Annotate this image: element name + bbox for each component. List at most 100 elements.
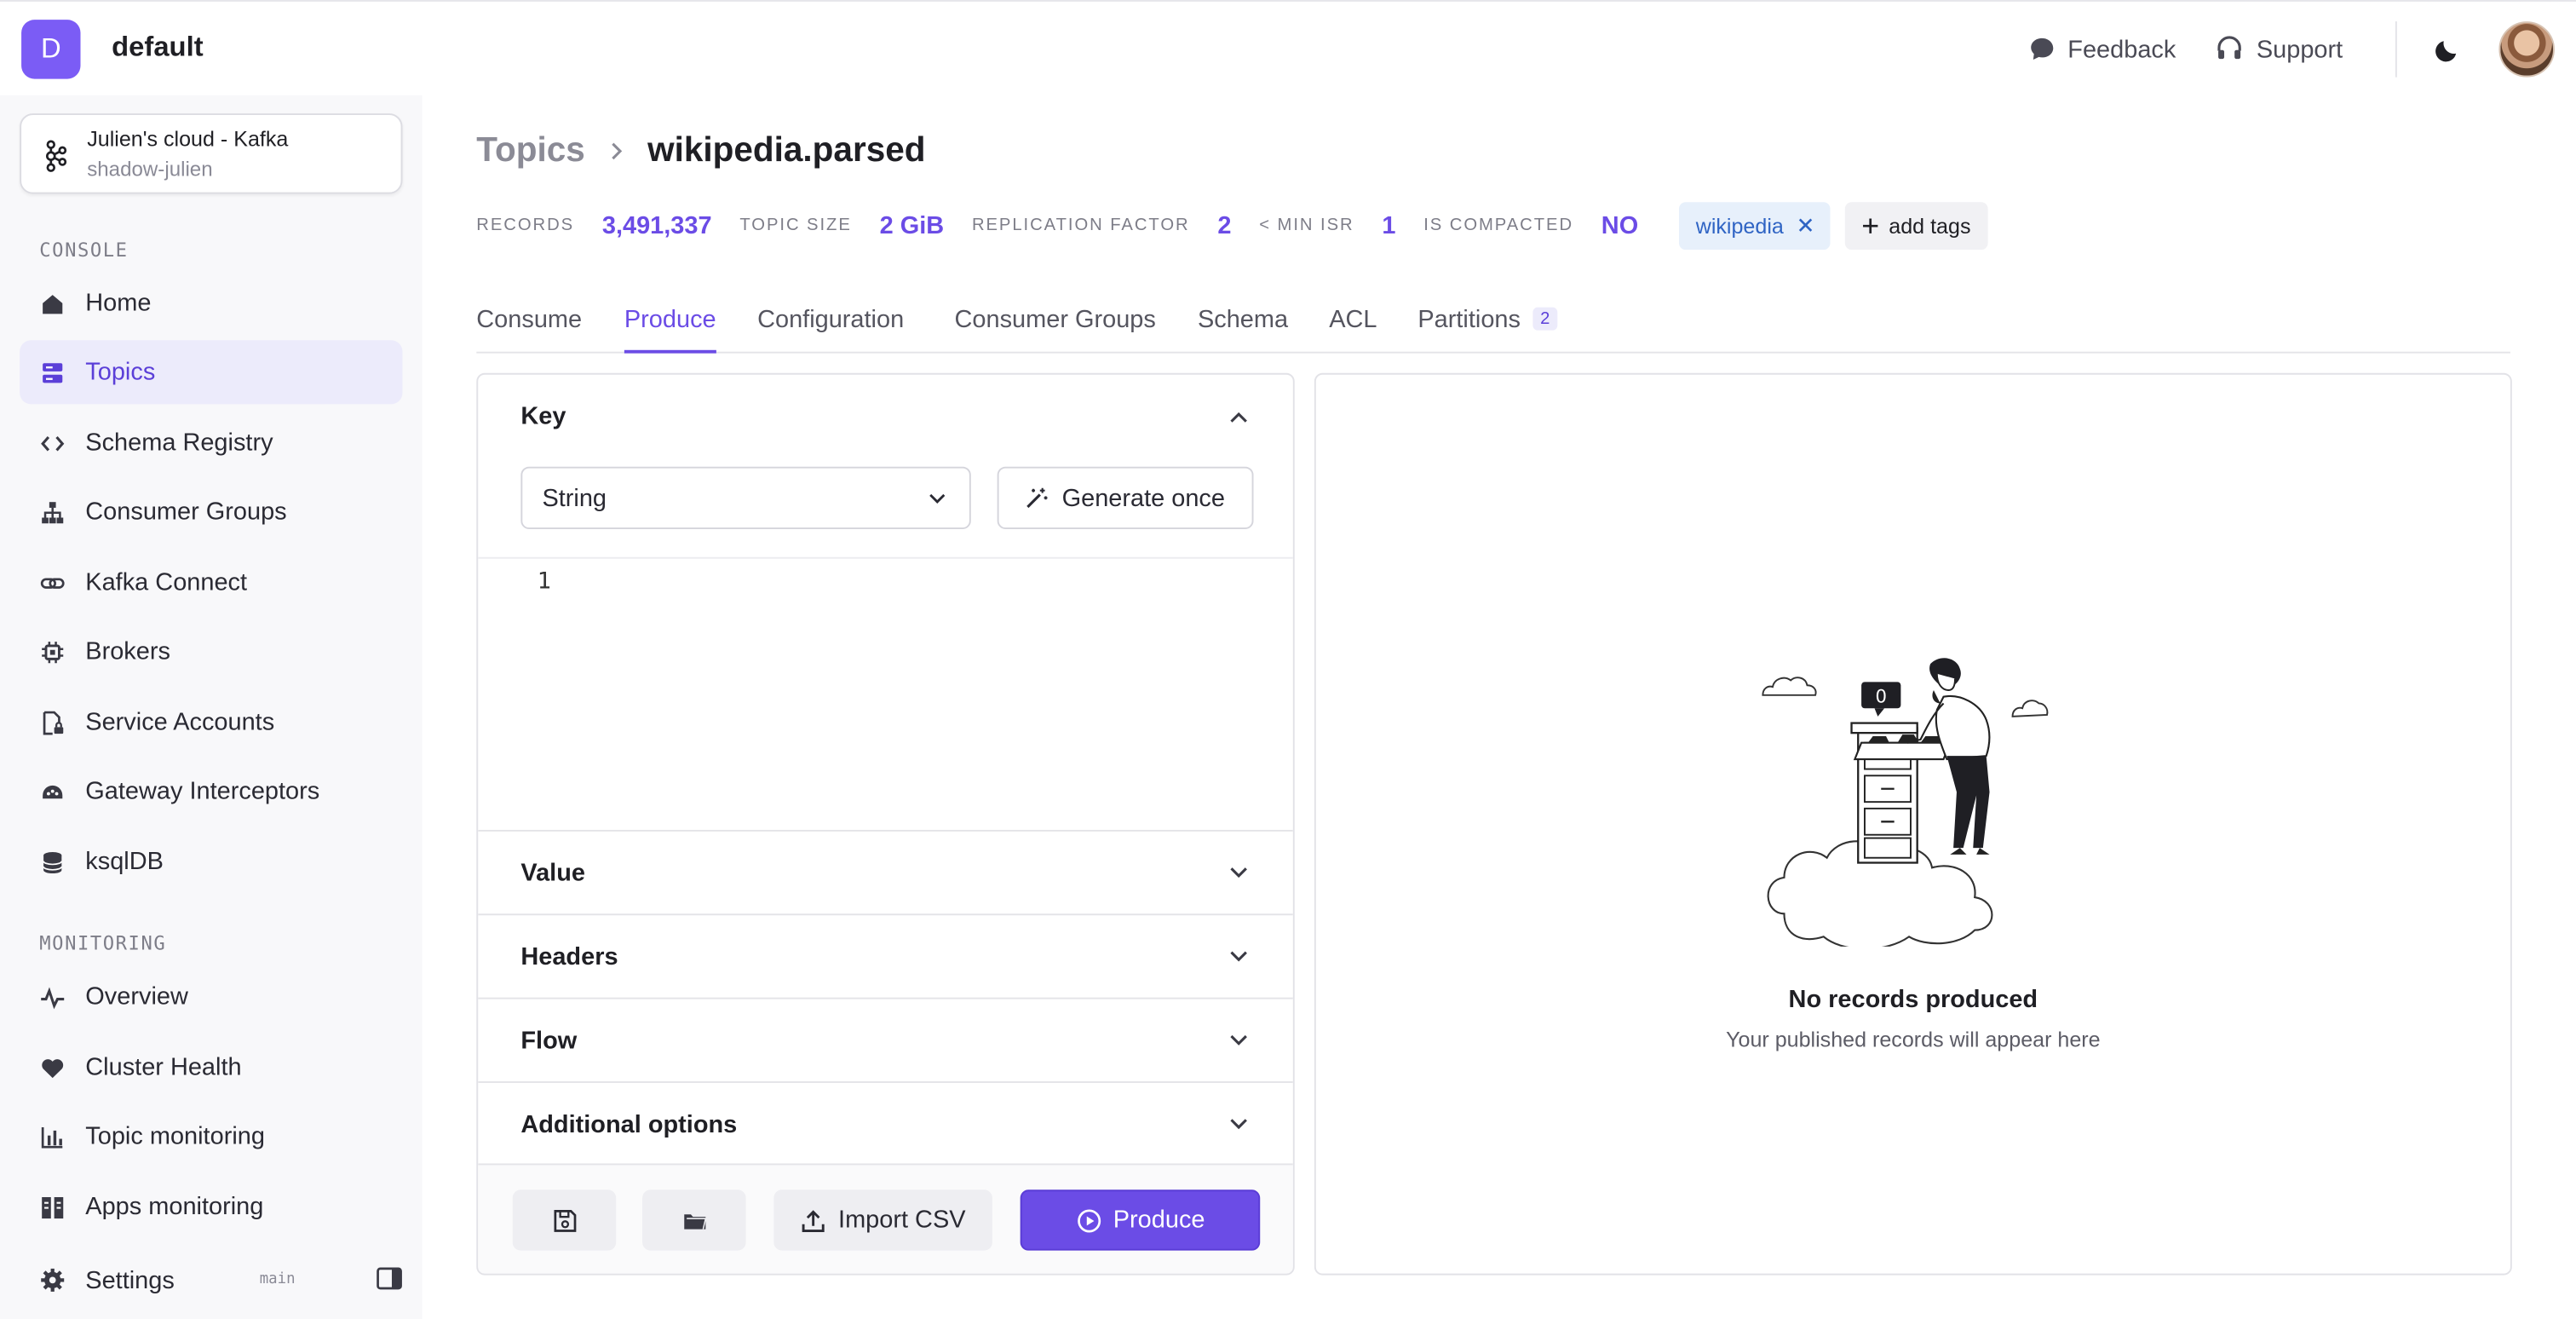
- sidebar-item-home[interactable]: Home: [20, 271, 402, 335]
- tab-acl[interactable]: ACL: [1329, 306, 1377, 354]
- add-tags-button[interactable]: add tags: [1844, 201, 1987, 250]
- sidebar-item-topics[interactable]: Topics: [20, 340, 403, 405]
- sidebar-item-apps-monitoring[interactable]: Apps monitoring: [20, 1175, 402, 1239]
- is-compacted-label: IS COMPACTED: [1423, 215, 1574, 235]
- sidebar-item-topic-monitoring[interactable]: Topic monitoring: [20, 1104, 402, 1168]
- chevron-down-icon: [1230, 1119, 1247, 1130]
- key-type-select[interactable]: String: [520, 466, 971, 530]
- headers-section-header[interactable]: Headers: [478, 913, 1293, 997]
- top-bar: D default Feedback Support: [0, 0, 2576, 95]
- chip-icon: [42, 641, 64, 663]
- line-number: 1: [537, 568, 551, 596]
- sidebar-item-brokers[interactable]: Brokers: [20, 619, 402, 683]
- org-name[interactable]: default: [112, 32, 203, 65]
- replication-factor-label: REPLICATION FACTOR: [971, 215, 1190, 235]
- value-section-header[interactable]: Value: [478, 829, 1293, 913]
- key-type-value: String: [542, 483, 607, 512]
- key-section-label: Key: [520, 402, 566, 431]
- feedback-label: Feedback: [2067, 35, 2176, 64]
- produce-label: Produce: [1113, 1206, 1205, 1235]
- save-button[interactable]: [512, 1189, 617, 1251]
- cluster-subtitle: shadow-julien: [87, 158, 213, 181]
- open-folder-button[interactable]: [642, 1189, 746, 1251]
- sidebar-item-settings[interactable]: Settings main: [20, 1251, 402, 1310]
- key-editor[interactable]: 1: [478, 556, 1293, 830]
- key-section-header[interactable]: Key: [478, 375, 1293, 458]
- tab-consume[interactable]: Consume: [476, 306, 582, 354]
- page-title: wikipedia.parsed: [647, 131, 926, 170]
- sidebar-item-service-accounts[interactable]: Service Accounts: [20, 690, 402, 754]
- support-link[interactable]: Support: [2216, 35, 2343, 65]
- sidebar-item-label: Topics: [85, 358, 156, 387]
- add-tags-label: add tags: [1889, 212, 1971, 238]
- link-icon: [40, 577, 65, 588]
- sidebar-item-ksqldb[interactable]: ksqlDB: [20, 830, 402, 894]
- tab-configuration[interactable]: Configuration: [757, 306, 904, 354]
- value-section-label: Value: [520, 858, 585, 887]
- min-isr-value: 1: [1382, 210, 1396, 239]
- chevron-down-icon: [929, 492, 946, 503]
- code-icon: [41, 435, 65, 451]
- apps-icon: [42, 1196, 64, 1218]
- hierarchy-icon: [42, 501, 64, 523]
- moon-icon[interactable]: [2433, 35, 2463, 65]
- generate-once-label: Generate once: [1061, 483, 1226, 512]
- sidebar-item-label: Gateway Interceptors: [85, 777, 320, 806]
- chevron-down-icon: [1230, 951, 1247, 962]
- database-icon: [43, 851, 63, 873]
- breadcrumb-topics[interactable]: Topics: [476, 131, 585, 170]
- sidebar-item-cluster-health[interactable]: Cluster Health: [20, 1035, 402, 1099]
- cluster-selector[interactable]: Julien's cloud - Kafka shadow-julien: [20, 113, 403, 194]
- sidebar-item-label: Overview: [85, 982, 188, 1011]
- records-label: RECORDS: [476, 215, 575, 235]
- settings-label: Settings: [85, 1265, 175, 1294]
- generate-once-button[interactable]: Generate once: [997, 466, 1254, 530]
- home-icon: [43, 294, 63, 314]
- sidebar-item-kafka-connect[interactable]: Kafka Connect: [20, 550, 402, 614]
- additional-options-header[interactable]: Additional options: [478, 1081, 1293, 1165]
- chevron-up-icon: [1230, 411, 1247, 422]
- records-panel: 0 No records produced Your published rec…: [1314, 372, 2512, 1276]
- sidebar-item-overview[interactable]: Overview: [20, 965, 402, 1028]
- branch-label: main: [259, 1271, 296, 1289]
- produce-panel: Key String Generate once 1 Value Headers…: [476, 372, 1295, 1276]
- replication-factor-value: 2: [1217, 210, 1232, 239]
- additional-options-label: Additional options: [520, 1109, 738, 1138]
- sidebar-item-label: Kafka Connect: [85, 568, 248, 597]
- topic-size-label: TOPIC SIZE: [739, 215, 852, 235]
- min-isr-label: < MIN ISR: [1259, 215, 1354, 235]
- feedback-link[interactable]: Feedback: [2027, 35, 2176, 65]
- is-compacted-value: NO: [1601, 210, 1639, 239]
- tab-schema[interactable]: Schema: [1198, 306, 1288, 354]
- play-circle-icon: [1077, 1208, 1101, 1232]
- panel-toggle-icon[interactable]: [377, 1267, 403, 1290]
- tab-partitions-label: Partitions: [1417, 305, 1521, 334]
- tag-label: wikipedia: [1695, 212, 1784, 238]
- import-csv-button[interactable]: Import CSV: [773, 1189, 992, 1251]
- tab-consumer-groups[interactable]: Consumer Groups: [955, 306, 1156, 354]
- close-icon[interactable]: [1797, 217, 1813, 233]
- sidebar-item-label: Consumer Groups: [85, 498, 287, 527]
- section-label-console: CONSOLE: [39, 238, 129, 262]
- flow-section-label: Flow: [520, 1026, 578, 1055]
- file-lock-icon: [43, 710, 64, 734]
- partitions-count-badge: 2: [1532, 307, 1559, 331]
- sidebar-item-consumer-groups[interactable]: Consumer Groups: [20, 480, 402, 544]
- magic-wand-icon: [1026, 487, 1049, 509]
- gear-icon: [41, 1268, 65, 1292]
- sidebar-item-label: Schema Registry: [85, 429, 273, 458]
- sidebar-item-schema-registry[interactable]: Schema Registry: [20, 411, 402, 475]
- import-csv-label: Import CSV: [838, 1206, 966, 1235]
- chevron-down-icon: [1230, 867, 1247, 878]
- tab-partitions[interactable]: Partitions 2: [1417, 305, 1559, 354]
- upload-icon: [802, 1209, 825, 1232]
- topic-size-value: 2 GiB: [879, 210, 945, 239]
- plus-icon: [1862, 217, 1877, 233]
- flow-section-header[interactable]: Flow: [478, 997, 1293, 1081]
- user-avatar[interactable]: [2498, 21, 2555, 78]
- sidebar-item-label: Apps monitoring: [85, 1193, 264, 1221]
- produce-button[interactable]: Produce: [1020, 1189, 1261, 1251]
- sidebar-item-gateway-interceptors[interactable]: Gateway Interceptors: [20, 759, 402, 823]
- tab-produce[interactable]: Produce: [624, 306, 716, 354]
- org-avatar[interactable]: D: [21, 20, 81, 79]
